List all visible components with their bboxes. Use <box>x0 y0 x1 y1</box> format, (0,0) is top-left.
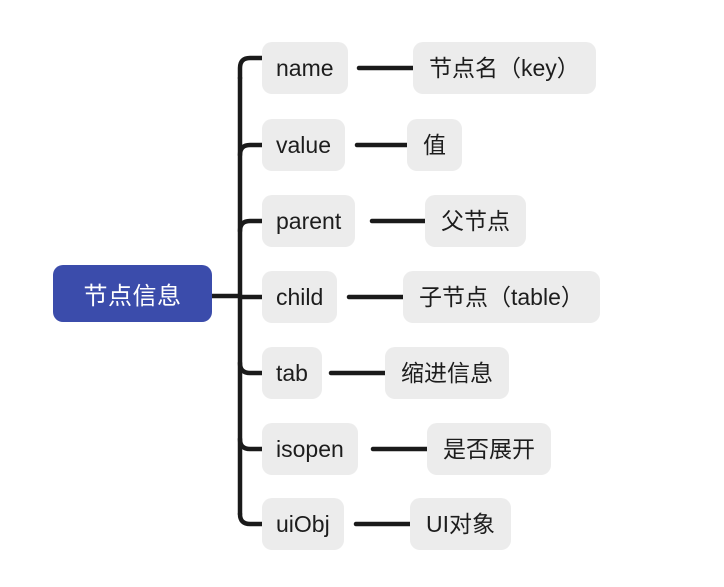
node-value-child[interactable]: 子节点（table） <box>403 271 600 323</box>
node-key-uiobj[interactable]: uiObj <box>262 498 344 550</box>
node-key-child-label: child <box>276 283 324 310</box>
node-key-parent-label: parent <box>276 207 342 234</box>
mind-map-canvas: 节点信息 name 节点名（key） value 值 parent 父节点 ch… <box>0 0 724 587</box>
node-value-isopen-label: 是否展开 <box>443 435 535 462</box>
root-node-label: 节点信息 <box>83 283 182 310</box>
node-key-parent[interactable]: parent <box>262 195 356 247</box>
node-value-tab[interactable]: 缩进信息 <box>385 347 509 399</box>
connector-branch-parent <box>237 218 265 234</box>
node-value-parent[interactable]: 父节点 <box>425 195 526 247</box>
connector-branch-tab <box>237 360 265 376</box>
node-key-name-label: name <box>276 54 334 81</box>
node-value-uiobj[interactable]: UI对象 <box>410 498 511 550</box>
node-value-value-label: 值 <box>423 131 446 158</box>
node-key-isopen[interactable]: isopen <box>262 423 358 475</box>
node-key-name[interactable]: name <box>262 42 348 94</box>
node-value-child-label: 子节点（table） <box>419 283 584 310</box>
node-value-tab-label: 缩进信息 <box>401 359 493 386</box>
connector-branch-value <box>237 142 265 158</box>
node-key-uiobj-label: uiObj <box>276 510 330 537</box>
node-key-tab-label: tab <box>276 359 308 386</box>
connector-branch-uiobj <box>237 511 265 527</box>
node-value-name[interactable]: 节点名（key） <box>413 42 596 94</box>
node-key-child[interactable]: child <box>262 271 338 323</box>
node-value-uiobj-label: UI对象 <box>426 510 495 537</box>
connector-branch-isopen <box>237 436 265 452</box>
node-value-name-label: 节点名（key） <box>429 54 580 81</box>
node-value-isopen[interactable]: 是否展开 <box>427 423 551 475</box>
node-key-value[interactable]: value <box>262 119 345 171</box>
node-key-value-label: value <box>276 131 331 158</box>
node-value-value[interactable]: 值 <box>407 119 462 171</box>
node-key-isopen-label: isopen <box>276 435 344 462</box>
connector-branch-name <box>237 55 265 81</box>
root-node[interactable]: 节点信息 <box>53 265 212 322</box>
node-value-parent-label: 父节点 <box>441 207 510 234</box>
node-key-tab[interactable]: tab <box>262 347 322 399</box>
